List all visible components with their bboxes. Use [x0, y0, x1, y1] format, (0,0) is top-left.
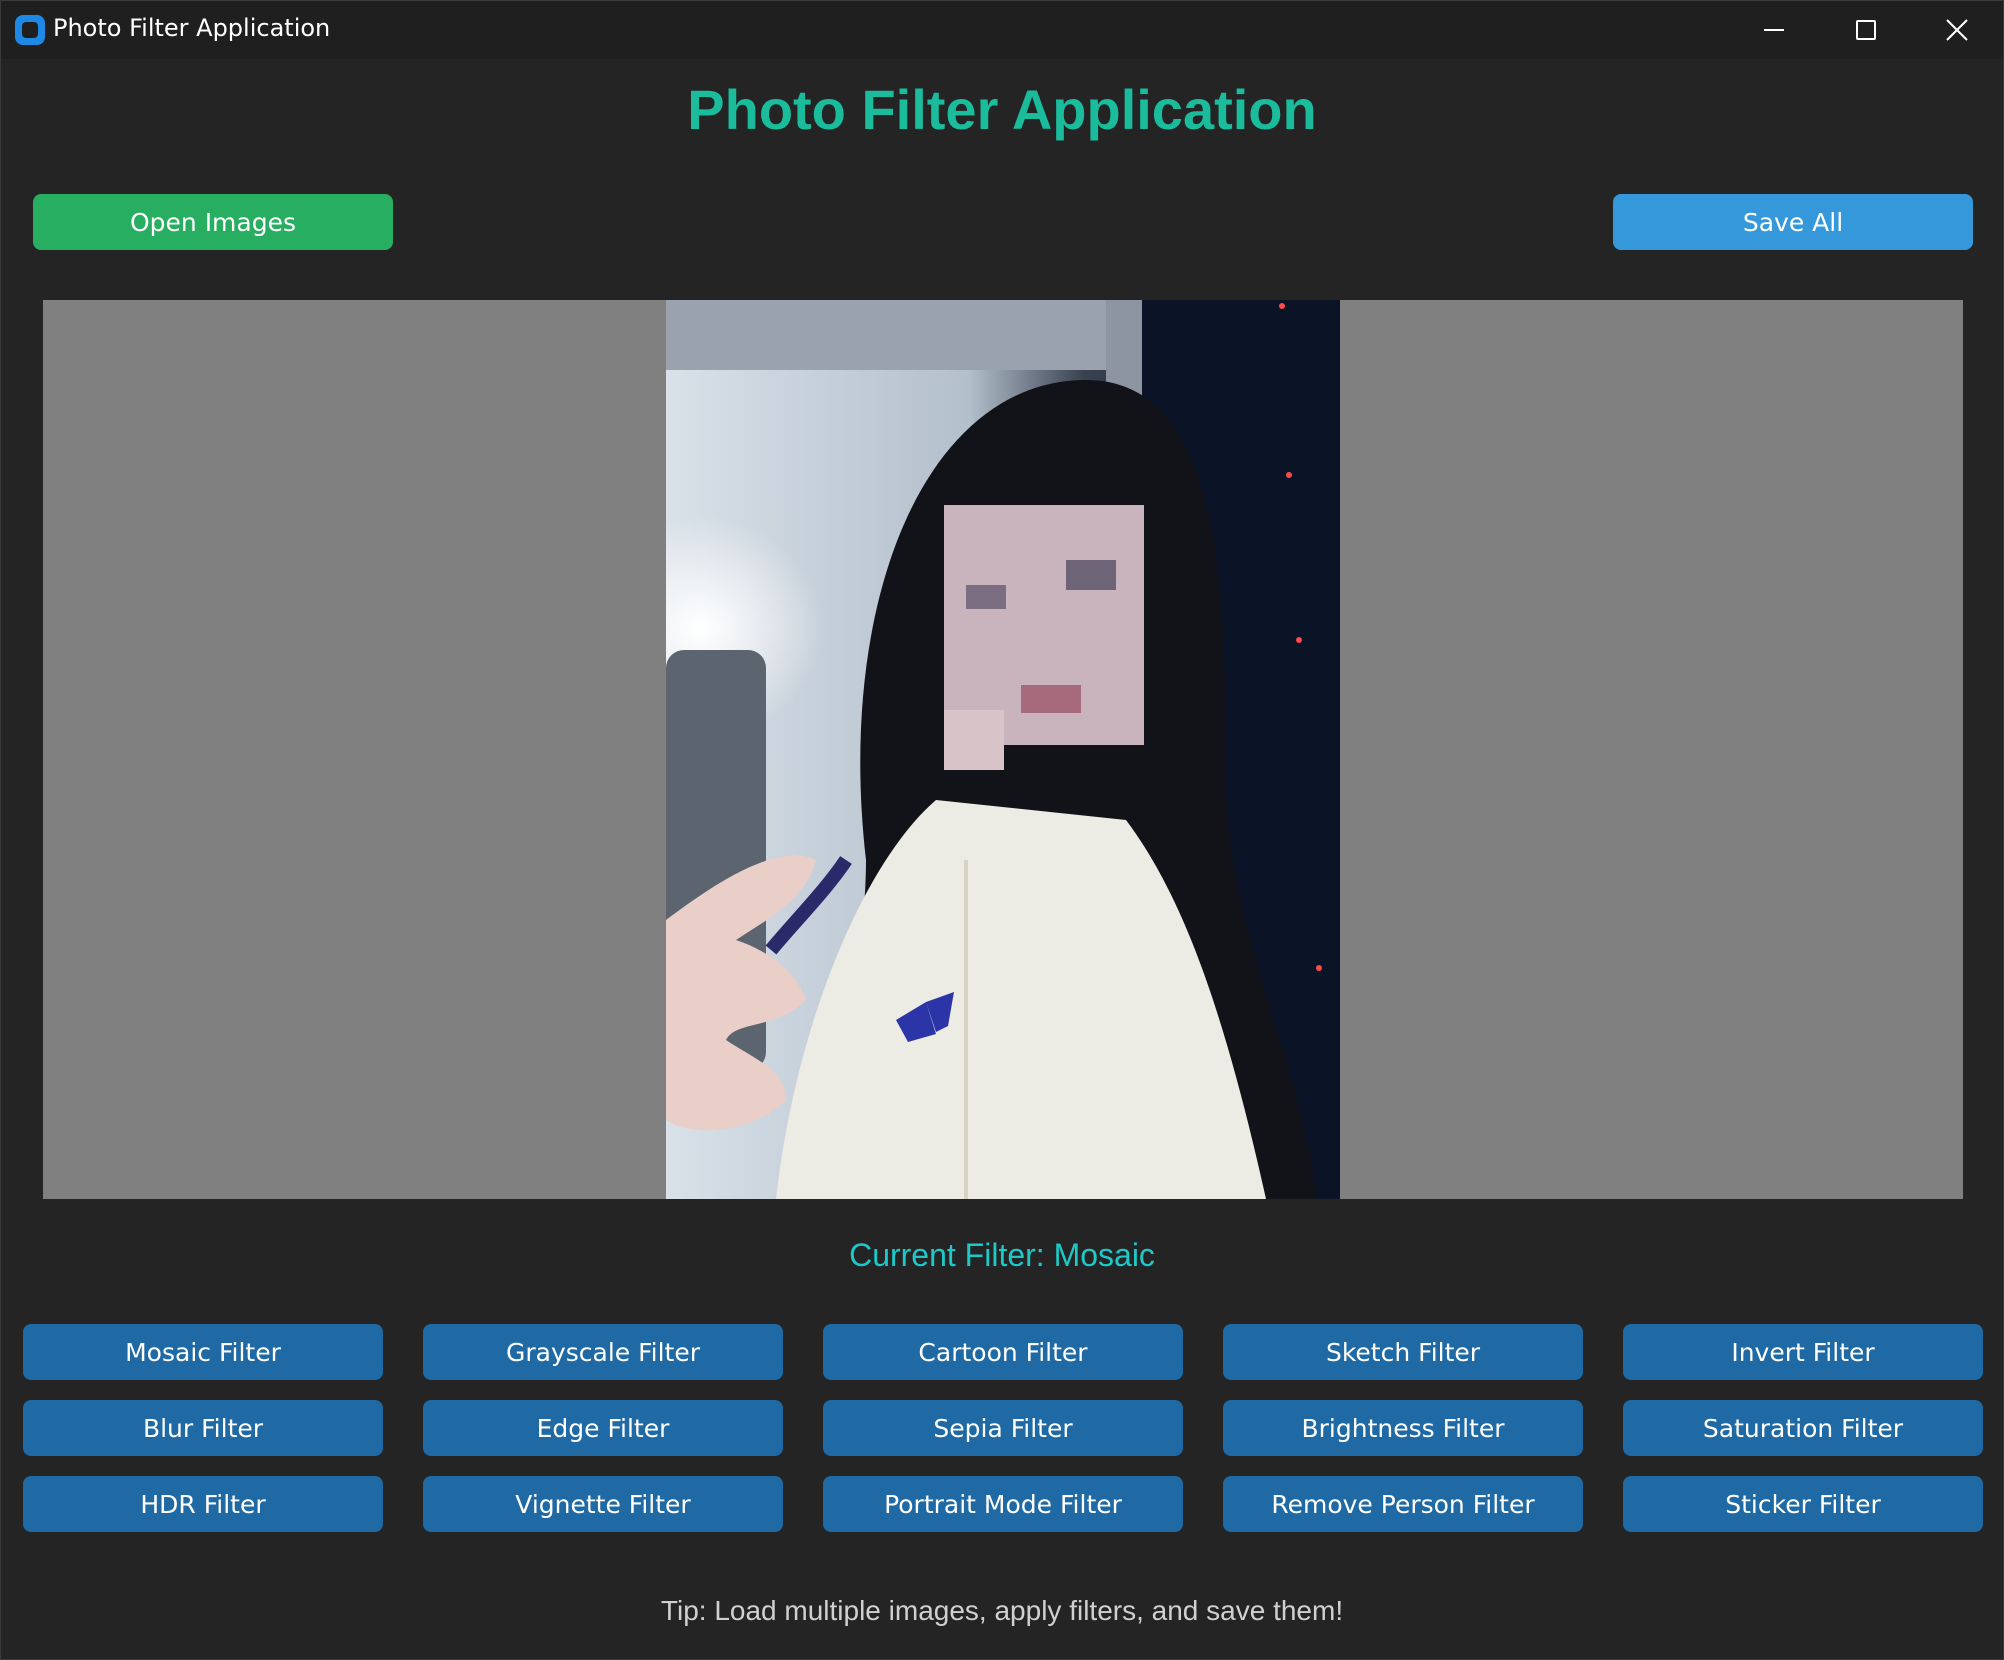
minimize-button[interactable]	[1727, 1, 1819, 59]
app-window: Photo Filter Application Photo Filter Ap…	[0, 0, 2004, 1660]
saturation-filter-button[interactable]: Saturation Filter	[1623, 1400, 1983, 1456]
sepia-filter-button[interactable]: Sepia Filter	[823, 1400, 1183, 1456]
close-button[interactable]	[1911, 1, 2003, 59]
open-images-button[interactable]: Open Images	[33, 194, 393, 250]
sketch-filter-button[interactable]: Sketch Filter	[1223, 1324, 1583, 1380]
edge-filter-button[interactable]: Edge Filter	[423, 1400, 783, 1456]
current-filter-label: Current Filter: Mosaic	[849, 1237, 1155, 1273]
maximize-button[interactable]	[1819, 1, 1911, 59]
window-title: Photo Filter Application	[53, 14, 331, 42]
photo-illustration	[666, 300, 1340, 1199]
close-icon	[1946, 19, 1968, 41]
cartoon-filter-button[interactable]: Cartoon Filter	[823, 1324, 1183, 1380]
tip-text: Tip: Load multiple images, apply filters…	[660, 1595, 1344, 1626]
hdr-filter-button[interactable]: HDR Filter	[23, 1476, 383, 1532]
save-all-button[interactable]: Save All	[1613, 194, 1973, 250]
page-title: Photo Filter Application	[687, 78, 1317, 141]
blur-filter-button[interactable]: Blur Filter	[23, 1400, 383, 1456]
remove-person-filter-button[interactable]: Remove Person Filter	[1223, 1476, 1583, 1532]
mosaic-filter-button[interactable]: Mosaic Filter	[23, 1324, 383, 1380]
invert-filter-button[interactable]: Invert Filter	[1623, 1324, 1983, 1380]
app-icon	[15, 15, 45, 45]
portrait-mode-filter-button[interactable]: Portrait Mode Filter	[823, 1476, 1183, 1532]
title-bar[interactable]: Photo Filter Application	[1, 1, 2003, 59]
vignette-filter-button[interactable]: Vignette Filter	[423, 1476, 783, 1532]
sticker-filter-button[interactable]: Sticker Filter	[1623, 1476, 1983, 1532]
grayscale-filter-button[interactable]: Grayscale Filter	[423, 1324, 783, 1380]
photo-preview	[666, 300, 1340, 1199]
image-preview-area	[43, 300, 1963, 1199]
brightness-filter-button[interactable]: Brightness Filter	[1223, 1400, 1583, 1456]
